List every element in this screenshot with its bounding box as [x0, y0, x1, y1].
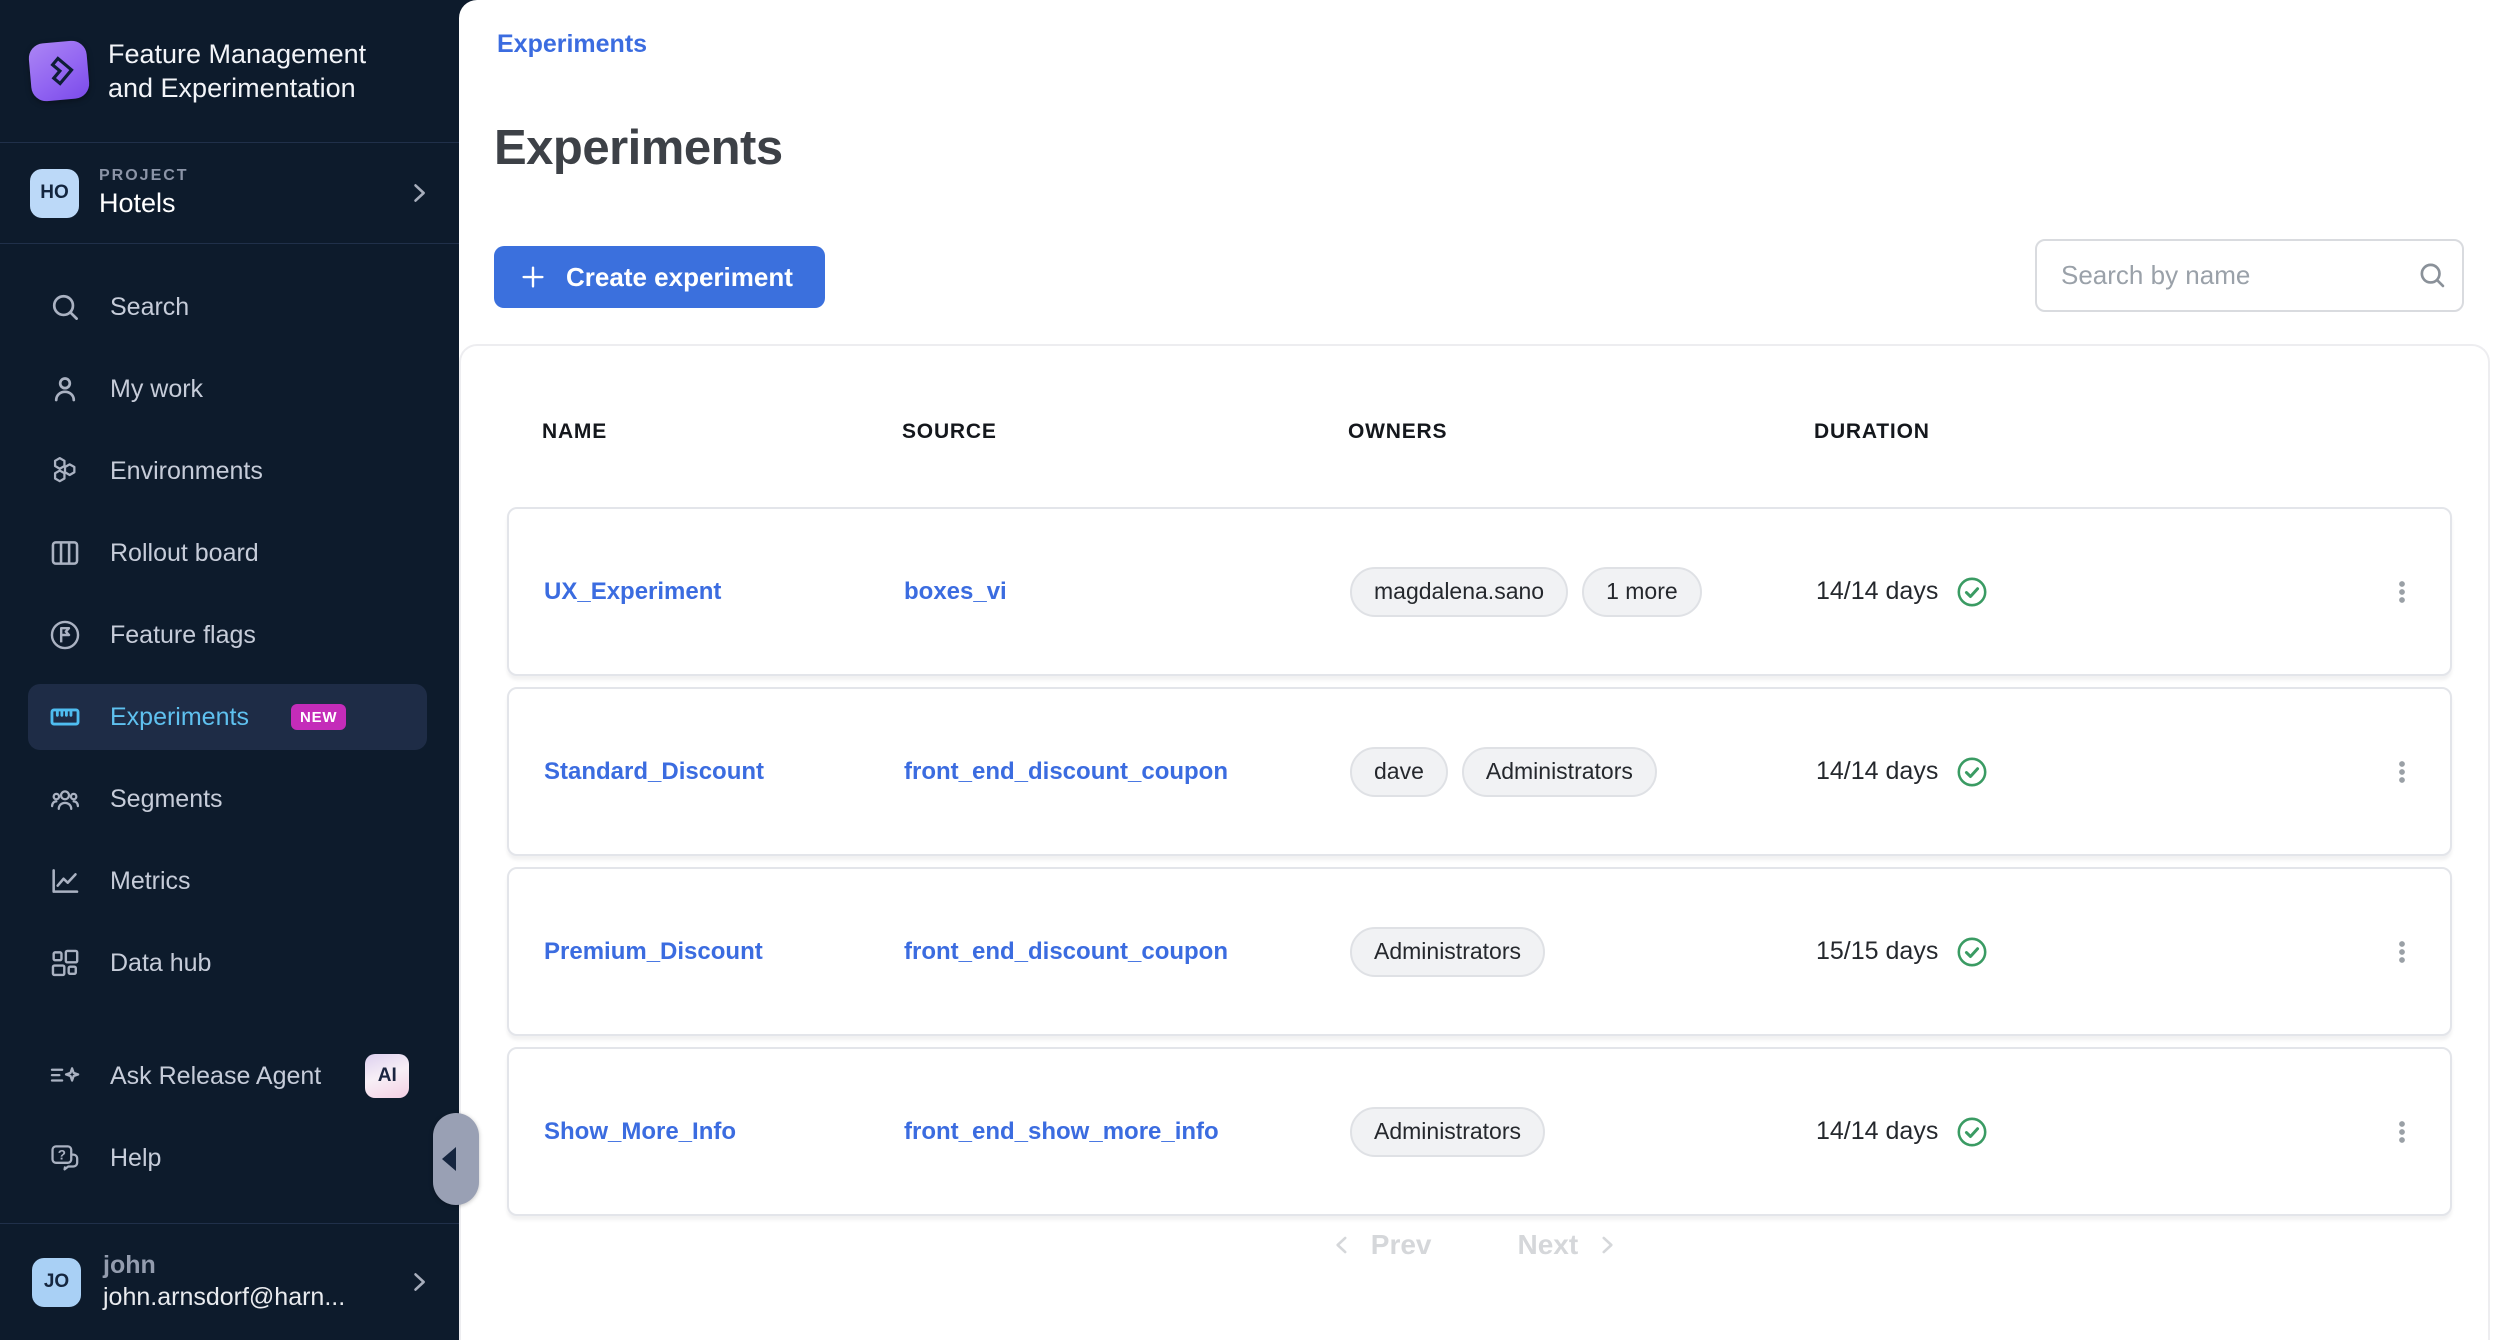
- user-email: john.arnsdorf@harn...: [103, 1281, 345, 1314]
- chevron-right-icon: [405, 1268, 433, 1296]
- table-row[interactable]: Show_More_Info front_end_show_more_info …: [507, 1047, 2452, 1216]
- duration-text: 14/14 days: [1816, 757, 1938, 786]
- experiment-name-link[interactable]: Premium_Discount: [544, 938, 763, 965]
- row-menu-button[interactable]: [2378, 740, 2426, 804]
- owner-chip: dave: [1350, 747, 1448, 797]
- prev-button[interactable]: Prev: [1329, 1229, 1432, 1261]
- row-menu-button[interactable]: [2378, 1100, 2426, 1164]
- sidebar-item-experiments[interactable]: Experiments NEW: [0, 676, 459, 758]
- help-bubble-icon: ?: [48, 1141, 82, 1175]
- breadcrumb[interactable]: Experiments: [497, 30, 647, 59]
- duration-text: 15/15 days: [1816, 937, 1938, 966]
- duration-text: 14/14 days: [1816, 1117, 1938, 1146]
- source-link[interactable]: front_end_show_more_info: [904, 1118, 1219, 1145]
- page-title: Experiments: [494, 120, 783, 176]
- sidebar-item-my-work[interactable]: My work: [0, 348, 459, 430]
- app-brand: Feature Management and Experimentation: [0, 0, 459, 142]
- owners-cell: magdalena.sano 1 more: [1350, 567, 1816, 617]
- sidebar-nav: Search My work Environments Rollout boar…: [0, 266, 459, 1199]
- owner-chip: Administrators: [1462, 747, 1657, 797]
- duration-text: 14/14 days: [1816, 577, 1938, 606]
- next-button[interactable]: Next: [1518, 1229, 1621, 1261]
- main-panel: Experiments Experiments Create experimen…: [459, 0, 2498, 1340]
- owner-chip: 1 more: [1582, 567, 1702, 617]
- row-menu-button[interactable]: [2378, 920, 2426, 984]
- hexagons-icon: [48, 454, 82, 488]
- table-row[interactable]: Premium_Discount front_end_discount_coup…: [507, 867, 2452, 1036]
- owners-cell: Administrators: [1350, 927, 1816, 977]
- chevron-right-icon: [1594, 1232, 1620, 1258]
- sidebar: Feature Management and Experimentation H…: [0, 0, 459, 1340]
- project-label: PROJECT: [99, 167, 189, 185]
- sparkle-list-icon: [48, 1059, 82, 1093]
- ai-badge: AI: [365, 1054, 409, 1098]
- svg-text:?: ?: [58, 1147, 66, 1162]
- column-source: SOURCE: [902, 420, 1348, 444]
- sidebar-item-ask-release-agent[interactable]: Ask Release Agent AI: [0, 1035, 459, 1117]
- avatar: JO: [32, 1258, 81, 1307]
- experiments-table: NAME SOURCE OWNERS DURATION UX_Experimen…: [459, 344, 2490, 1340]
- status-complete-icon: [1954, 1114, 1990, 1150]
- column-name: NAME: [542, 420, 902, 444]
- sidebar-item-rollout-board[interactable]: Rollout board: [0, 512, 459, 594]
- column-duration: DURATION: [1814, 420, 2420, 444]
- owner-chip: Administrators: [1350, 927, 1545, 977]
- user-icon: [48, 372, 82, 406]
- new-badge: NEW: [291, 704, 346, 730]
- project-badge: HO: [30, 169, 79, 218]
- table-header: NAME SOURCE OWNERS DURATION: [542, 420, 2420, 444]
- owners-cell: dave Administrators: [1350, 747, 1816, 797]
- project-name: Hotels: [99, 188, 189, 219]
- app-title: Feature Management and Experimentation: [108, 37, 388, 105]
- status-complete-icon: [1954, 754, 1990, 790]
- status-complete-icon: [1954, 934, 1990, 970]
- people-icon: [48, 782, 82, 816]
- pagination: Prev Next: [461, 1229, 2488, 1261]
- sidebar-collapse-handle[interactable]: [433, 1113, 479, 1205]
- sidebar-item-search[interactable]: Search: [0, 266, 459, 348]
- app-logo-icon: [28, 40, 91, 103]
- project-selector[interactable]: HO PROJECT Hotels: [0, 142, 459, 244]
- source-link[interactable]: front_end_discount_coupon: [904, 758, 1228, 785]
- ruler-icon: [48, 700, 82, 734]
- search-icon: [48, 290, 82, 324]
- user-account[interactable]: JO john john.arnsdorf@harn...: [0, 1223, 459, 1340]
- sidebar-item-metrics[interactable]: Metrics: [0, 840, 459, 922]
- experiment-name-link[interactable]: Standard_Discount: [544, 758, 764, 785]
- sidebar-item-segments[interactable]: Segments: [0, 758, 459, 840]
- column-owners: OWNERS: [1348, 420, 1814, 444]
- table-row[interactable]: Standard_Discount front_end_discount_cou…: [507, 687, 2452, 856]
- search-input[interactable]: [2035, 239, 2464, 312]
- sidebar-item-data-hub[interactable]: Data hub: [0, 922, 459, 1004]
- plus-icon: [518, 262, 548, 292]
- row-menu-button[interactable]: [2378, 560, 2426, 624]
- owners-cell: Administrators: [1350, 1107, 1816, 1157]
- experiment-name-link[interactable]: Show_More_Info: [544, 1118, 736, 1145]
- sidebar-item-help[interactable]: ? Help: [0, 1117, 459, 1199]
- table-row[interactable]: UX_Experiment boxes_vi magdalena.sano 1 m…: [507, 507, 2452, 676]
- status-complete-icon: [1954, 574, 1990, 610]
- experiment-name-link[interactable]: UX_Experiment: [544, 578, 721, 605]
- chevron-right-icon: [405, 179, 433, 207]
- user-name: john: [103, 1250, 345, 1281]
- owner-chip: Administrators: [1350, 1107, 1545, 1157]
- chevron-left-icon: [1329, 1232, 1355, 1258]
- grid-icon: [48, 946, 82, 980]
- create-experiment-button[interactable]: Create experiment: [494, 246, 825, 308]
- columns-icon: [48, 536, 82, 570]
- sidebar-item-environments[interactable]: Environments: [0, 430, 459, 512]
- search-icon: [2416, 259, 2448, 291]
- source-link[interactable]: front_end_discount_coupon: [904, 938, 1228, 965]
- flag-circle-icon: [48, 618, 82, 652]
- experiments-rows: UX_Experiment boxes_vi magdalena.sano 1 m…: [507, 507, 2452, 1216]
- collapse-left-icon: [442, 1147, 456, 1171]
- sidebar-item-feature-flags[interactable]: Feature flags: [0, 594, 459, 676]
- source-link[interactable]: boxes_vi: [904, 578, 1007, 605]
- owner-chip: magdalena.sano: [1350, 567, 1568, 617]
- chart-icon: [48, 864, 82, 898]
